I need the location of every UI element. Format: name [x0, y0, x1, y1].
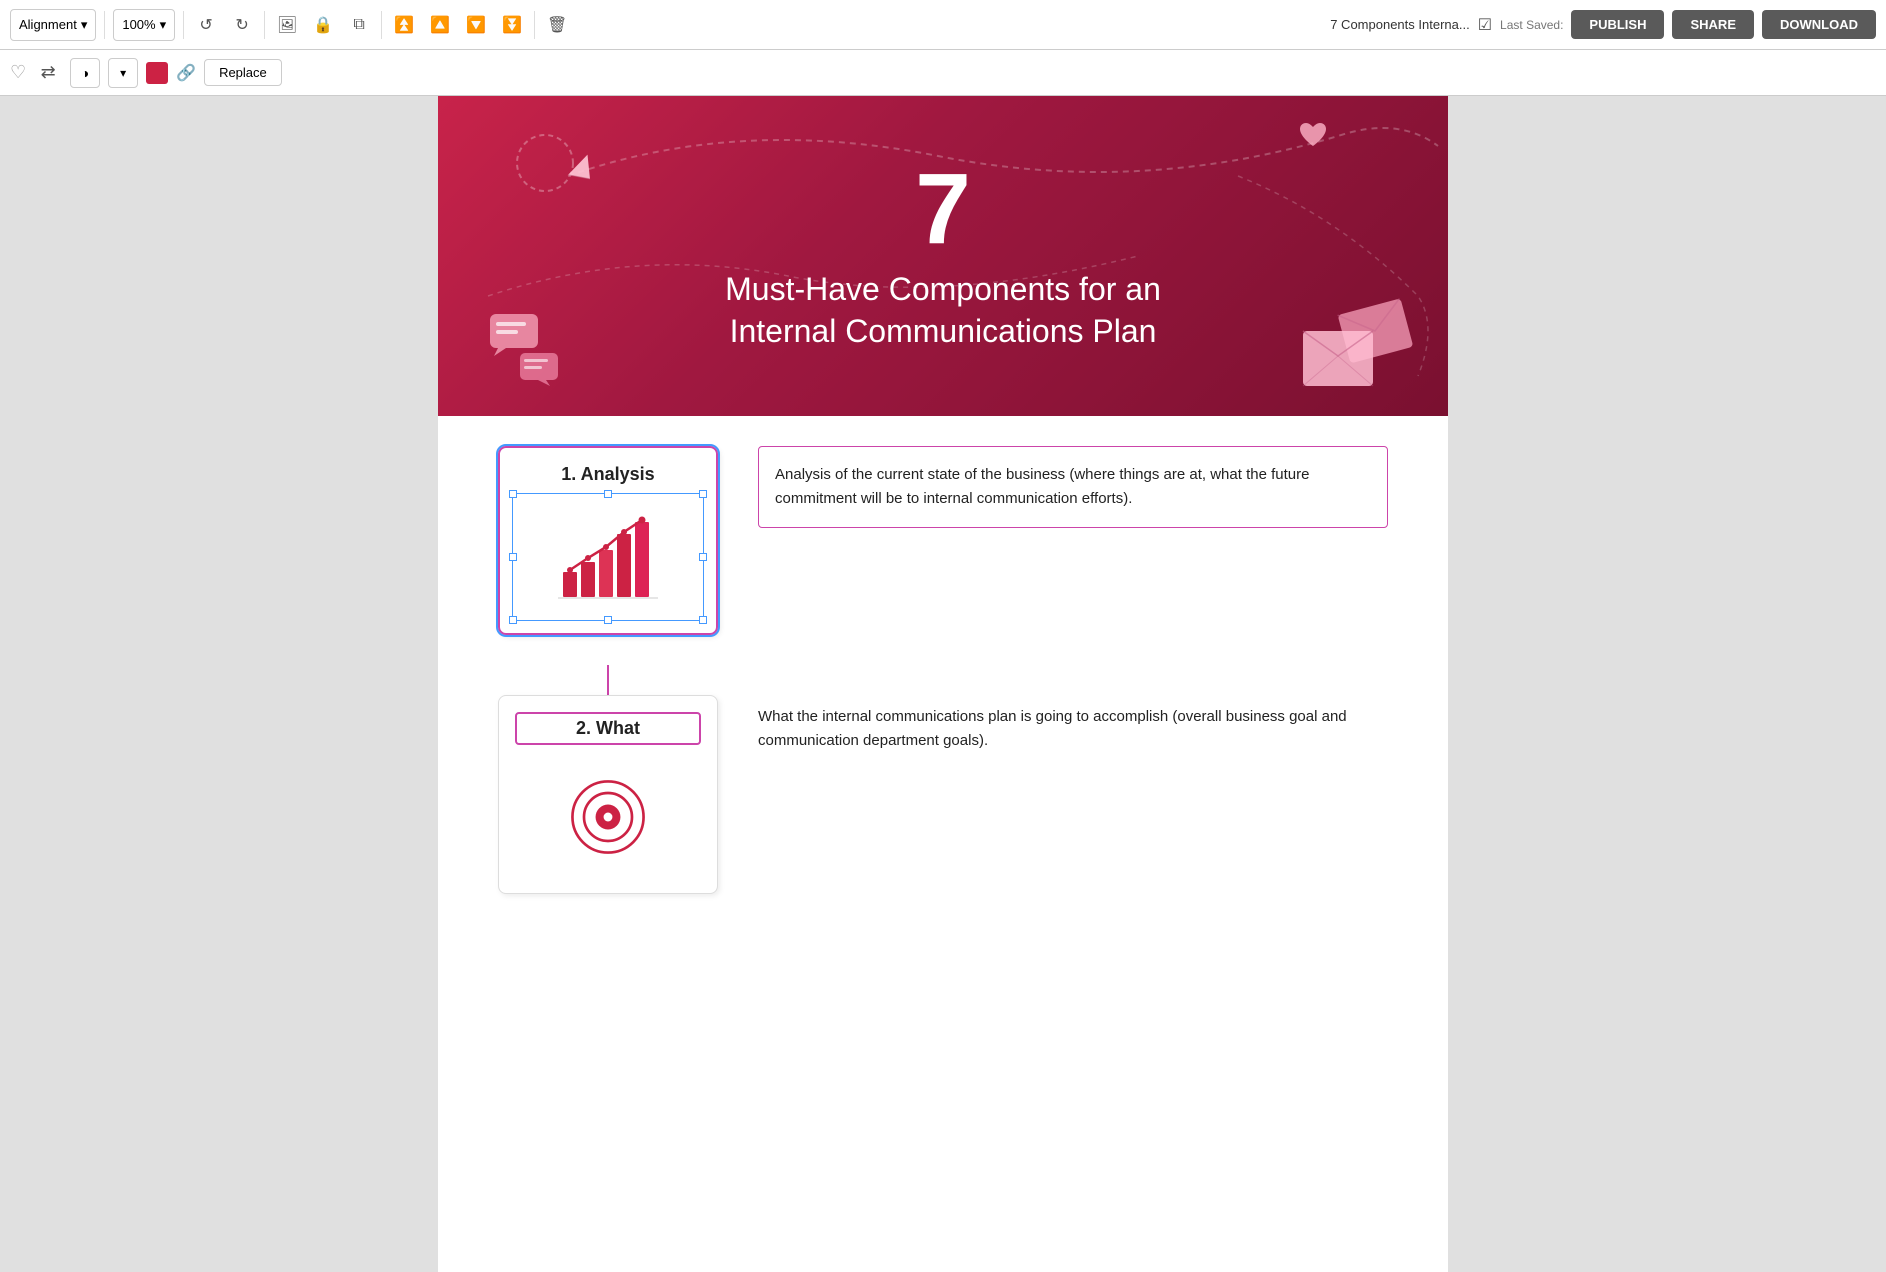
handle-br[interactable] — [699, 616, 707, 624]
toolbar-right: 7 Components Interna... ☑ Last Saved: PU… — [1330, 10, 1876, 39]
move-top-button[interactable]: ⏫ — [390, 11, 418, 39]
move-bottom-button[interactable]: ⏬ — [498, 11, 526, 39]
handle-ml[interactable] — [509, 553, 517, 561]
card-2-icon-area — [515, 757, 701, 877]
zoom-dropdown[interactable]: 100% ▾ — [113, 9, 175, 41]
divider3 — [264, 11, 265, 39]
zoom-label: 100% — [122, 17, 155, 32]
format-toolbar: ♡ ⇄ ◑ ▾ 🔗 Replace — [0, 50, 1886, 96]
doc-title: 7 Components Interna... — [1330, 17, 1469, 32]
chart-icon — [558, 512, 658, 602]
canvas-page: 7 Must-Have Components for an Internal C… — [438, 96, 1448, 1272]
card-2-title: 2. What — [576, 718, 640, 738]
divider2 — [183, 11, 184, 39]
card-1[interactable]: 1. Analysis — [498, 446, 718, 635]
card-2-title-box: 2. What — [515, 712, 701, 745]
connector-line-1 — [607, 665, 609, 695]
contrast-dropdown[interactable]: ▾ — [108, 58, 138, 88]
handle-tc[interactable] — [604, 490, 612, 498]
replace-button[interactable]: Replace — [204, 59, 282, 86]
target-icon — [568, 777, 648, 857]
handle-tl[interactable] — [509, 490, 517, 498]
card-1-title: 1. Analysis — [516, 464, 700, 485]
card-2-description: What the internal communications plan is… — [758, 705, 1388, 753]
move-up-button[interactable]: 🔼 — [426, 11, 454, 39]
share-button[interactable]: SHARE — [1672, 10, 1754, 39]
image-button[interactable]: 🖼 — [273, 11, 301, 39]
divider5 — [534, 11, 535, 39]
hero-banner: 7 Must-Have Components for an Internal C… — [438, 96, 1448, 416]
content-area: 1. Analysis — [438, 416, 1448, 954]
publish-button[interactable]: PUBLISH — [1571, 10, 1664, 39]
handle-tr[interactable] — [699, 490, 707, 498]
checkmark-icon: ☑ — [1478, 15, 1492, 35]
component-row-1: 1. Analysis — [498, 446, 1388, 635]
copy-button[interactable]: ⧉ — [345, 11, 373, 39]
handle-mr[interactable] — [699, 553, 707, 561]
heart-deco-icon — [1298, 121, 1328, 154]
lock-button[interactable]: 🔒 — [309, 11, 337, 39]
alignment-label: Alignment — [19, 17, 77, 32]
contrast-button[interactable]: ◑ — [70, 58, 100, 88]
handle-bl[interactable] — [509, 616, 517, 624]
redo-button[interactable]: ↻ — [228, 11, 256, 39]
delete-button[interactable]: 🗑 — [543, 11, 571, 39]
chat-bubble-2 — [518, 351, 562, 391]
chevron-down-icon2: ▾ — [160, 17, 167, 33]
heart-icon[interactable]: ♡ — [10, 62, 26, 83]
envelope-group — [1288, 286, 1418, 401]
undo-button[interactable]: ↺ — [192, 11, 220, 39]
move-down-button[interactable]: 🔽 — [462, 11, 490, 39]
last-saved-label: Last Saved: — [1500, 18, 1563, 32]
divider1 — [104, 11, 105, 39]
divider4 — [381, 11, 382, 39]
top-toolbar: Alignment ▾ 100% ▾ ↺ ↻ 🖼 🔒 ⧉ ⏫ 🔼 🔽 ⏬ 🗑 7… — [0, 0, 1886, 50]
hero-number: 7 — [915, 159, 971, 259]
rotate-button[interactable]: ⇄ — [34, 59, 62, 87]
link-icon[interactable]: 🔗 — [176, 63, 196, 83]
color-swatch[interactable] — [146, 62, 168, 84]
card-1-description: Analysis of the current state of the bus… — [758, 446, 1388, 528]
canvas-area: 7 Must-Have Components for an Internal C… — [0, 96, 1886, 1272]
component-row-2: 2. What — [498, 695, 1388, 894]
card-2-description-area: What the internal communications plan is… — [758, 695, 1388, 753]
download-button[interactable]: DOWNLOAD — [1762, 10, 1876, 39]
card-2[interactable]: 2. What — [498, 695, 718, 894]
card-1-icon-area — [516, 497, 700, 617]
handle-bc[interactable] — [604, 616, 612, 624]
alignment-dropdown[interactable]: Alignment ▾ — [10, 9, 96, 41]
chevron-down-icon: ▾ — [81, 17, 88, 33]
hero-subtitle: Must-Have Components for an Internal Com… — [725, 269, 1161, 352]
